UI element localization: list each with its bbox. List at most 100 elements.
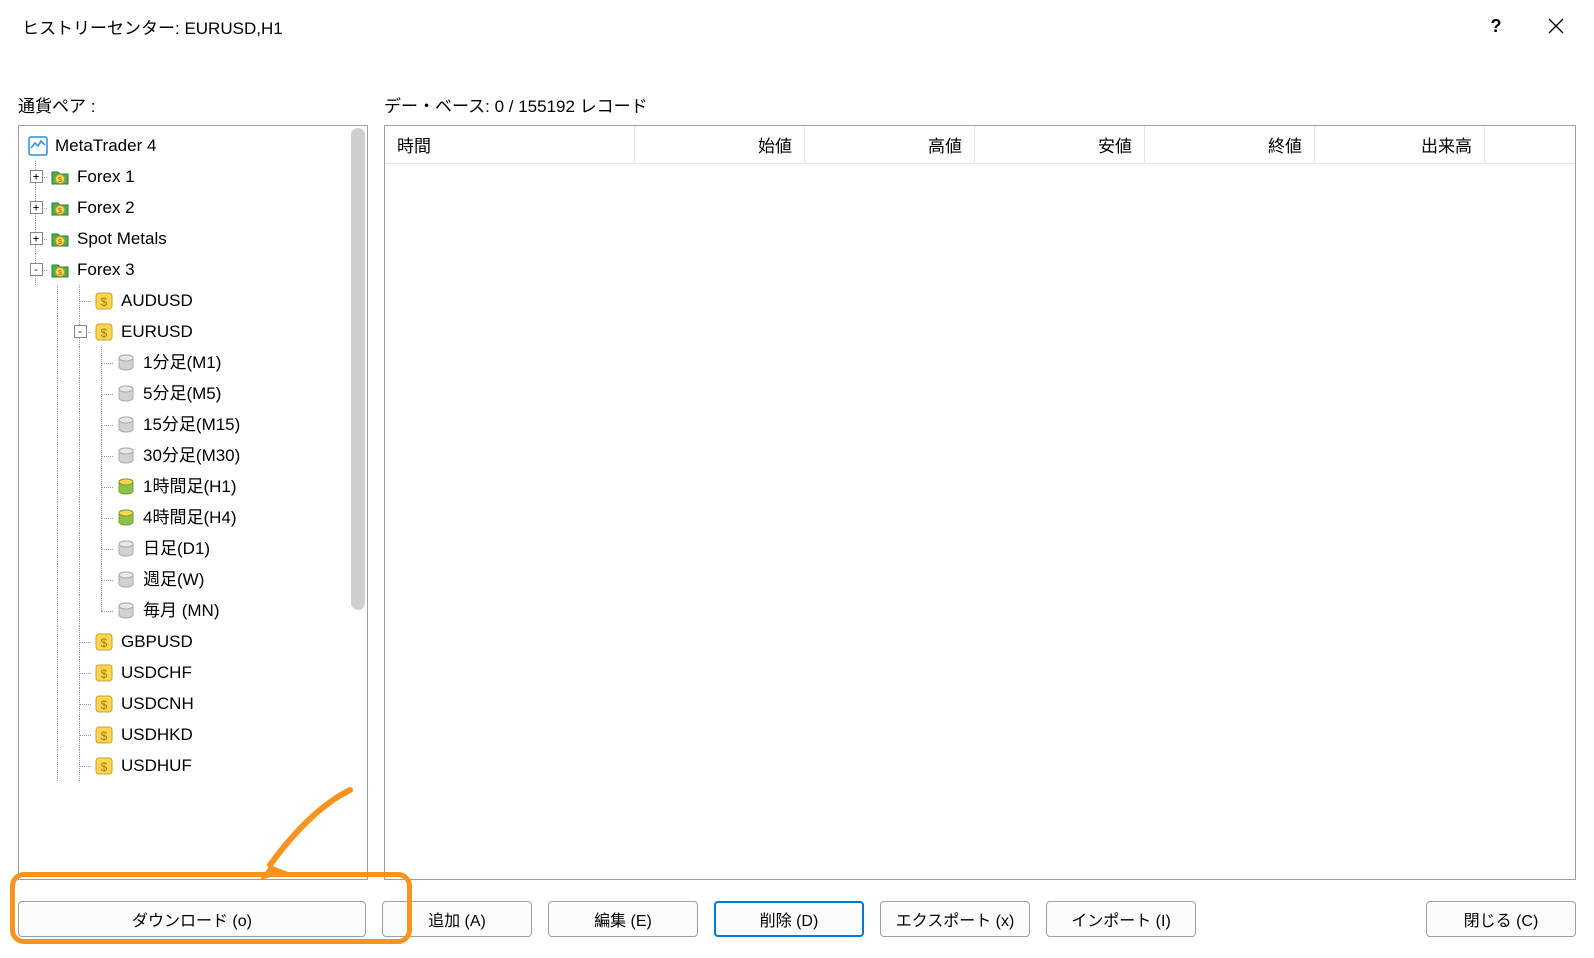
svg-text:$: $	[58, 177, 62, 184]
folder-icon: $	[49, 228, 71, 250]
tree-item-label: EURUSD	[115, 323, 193, 340]
tree-item-label: 日足(D1)	[137, 540, 210, 557]
folder-icon: $	[49, 197, 71, 219]
button-row: ダウンロード (o) 追加 (A) 編集 (E) 削除 (D) エクスポート (…	[0, 880, 1594, 958]
column-label: 高値	[928, 132, 962, 157]
table-column-header[interactable]: 高値	[805, 126, 975, 163]
svg-text:$: $	[58, 208, 62, 215]
tree-symbol[interactable]: $USDHKD	[25, 719, 367, 750]
timeframe-icon	[115, 569, 137, 591]
add-button[interactable]: 追加 (A)	[382, 901, 532, 937]
currency-icon: $	[93, 631, 115, 653]
tree-group[interactable]: - $ Forex 3	[25, 254, 367, 285]
tree-expander[interactable]: +	[30, 170, 43, 183]
table-column-header[interactable]: 時間	[385, 126, 635, 163]
tree-timeframe[interactable]: 5分足(M5)	[25, 378, 367, 409]
window-title: ヒストリーセンター: EURUSD,H1	[22, 14, 1466, 39]
tree-root[interactable]: MetaTrader 4	[25, 130, 367, 161]
symbols-label: 通貨ペア :	[18, 92, 368, 117]
tree-item-label: 30分足(M30)	[137, 447, 240, 464]
tree-timeframe[interactable]: 日足(D1)	[25, 533, 367, 564]
tree-symbol-expanded[interactable]: - $ EURUSD	[25, 316, 367, 347]
tree-symbol[interactable]: $ AUDUSD	[25, 285, 367, 316]
tree-item-label: 毎月 (MN)	[137, 602, 219, 619]
tree-symbol[interactable]: $ GBPUSD	[25, 626, 367, 657]
export-button[interactable]: エクスポート (x)	[880, 901, 1030, 937]
tree-item-label: USDHUF	[115, 757, 192, 774]
tree-item-label: Forex 2	[71, 199, 135, 216]
tree-group[interactable]: + $ Forex 2	[25, 192, 367, 223]
column-label: 安値	[1098, 132, 1132, 157]
tree-item-label: 1時間足(H1)	[137, 478, 237, 495]
currency-icon: $	[93, 321, 115, 343]
close-button[interactable]: 閉じる (C)	[1426, 901, 1576, 937]
tree-expander[interactable]: -	[30, 263, 43, 276]
data-table[interactable]: 時間 始値 高値 安値 終値出来高	[384, 125, 1576, 880]
tree-item-label: Forex 3	[71, 261, 135, 278]
tree-symbol[interactable]: $ USDHUF	[25, 750, 367, 781]
timeframe-icon	[115, 538, 137, 560]
folder-icon: $	[49, 259, 71, 281]
close-window-button[interactable]	[1526, 0, 1586, 52]
timeframe-icon	[115, 507, 137, 529]
svg-text:$: $	[101, 295, 108, 309]
table-column-header[interactable]: 終値	[1145, 126, 1315, 163]
tree-scrollbar[interactable]	[349, 126, 367, 608]
svg-text:$: $	[58, 239, 62, 246]
database-label: デー・ベース: 0 / 155192 レコード	[384, 92, 1576, 117]
tree-item-label: USDHKD	[115, 726, 193, 743]
tree-symbol[interactable]: $ USDCHF	[25, 657, 367, 688]
currency-icon: $	[93, 290, 115, 312]
svg-text:$: $	[101, 636, 108, 650]
svg-text:$: $	[101, 667, 108, 681]
tree-item-label: Spot Metals	[71, 230, 167, 247]
folder-icon: $	[49, 166, 71, 188]
tree-timeframe[interactable]: 1時間足(H1)	[25, 471, 367, 502]
download-button[interactable]: ダウンロード (o)	[18, 901, 366, 937]
tree-timeframe[interactable]: 15分足(M15)	[25, 409, 367, 440]
svg-text:$: $	[101, 698, 108, 712]
tree-item-label: 4時間足(H4)	[137, 509, 237, 526]
column-label: 時間	[397, 132, 431, 157]
tree-expander[interactable]: +	[30, 201, 43, 214]
timeframe-icon	[115, 352, 137, 374]
tree-expander[interactable]: -	[74, 325, 87, 338]
tree-item-label: 15分足(M15)	[137, 416, 240, 433]
timeframe-icon	[115, 600, 137, 622]
currency-icon: $	[93, 724, 115, 746]
table-column-header[interactable]: 始値	[635, 126, 805, 163]
tree-item-label: 1分足(M1)	[137, 354, 221, 371]
tree-item-label: 5分足(M5)	[137, 385, 221, 402]
table-column-header[interactable]: 出来高	[1315, 126, 1485, 163]
svg-text:$: $	[101, 760, 108, 774]
tree-item-label: USDCHF	[115, 664, 192, 681]
currency-icon: $	[93, 693, 115, 715]
tree-timeframe[interactable]: 毎月 (MN)	[25, 595, 367, 626]
help-button[interactable]: ?	[1466, 0, 1526, 52]
tree-timeframe[interactable]: 30分足(M30)	[25, 440, 367, 471]
tree-item-label: MetaTrader 4	[49, 137, 156, 154]
table-column-header[interactable]: 安値	[975, 126, 1145, 163]
table-header: 時間 始値 高値 安値 終値出来高	[385, 126, 1575, 164]
tree-group[interactable]: +$Forex 1	[25, 161, 367, 192]
tree-timeframe[interactable]: 4時間足(H4)	[25, 502, 367, 533]
column-label: 終値	[1268, 132, 1302, 157]
tree-item-label: GBPUSD	[115, 633, 193, 650]
timeframe-icon	[115, 476, 137, 498]
edit-button[interactable]: 編集 (E)	[548, 901, 698, 937]
symbols-tree[interactable]: MetaTrader 4+$Forex 1+$Forex 2+$Spot Met…	[18, 125, 368, 880]
tree-timeframe[interactable]: 1分足(M1)	[25, 347, 367, 378]
tree-timeframe[interactable]: 週足(W)	[25, 564, 367, 595]
tree-symbol[interactable]: $USDCNH	[25, 688, 367, 719]
currency-icon: $	[93, 662, 115, 684]
tree-group[interactable]: + $ Spot Metals	[25, 223, 367, 254]
tree-item-label: AUDUSD	[115, 292, 193, 309]
import-button[interactable]: インポート (I)	[1046, 901, 1196, 937]
svg-text:$: $	[101, 326, 108, 340]
timeframe-icon	[115, 383, 137, 405]
tree-expander[interactable]: +	[30, 232, 43, 245]
currency-icon: $	[93, 755, 115, 777]
timeframe-icon	[115, 445, 137, 467]
svg-text:$: $	[58, 270, 62, 277]
delete-button[interactable]: 削除 (D)	[714, 901, 864, 937]
